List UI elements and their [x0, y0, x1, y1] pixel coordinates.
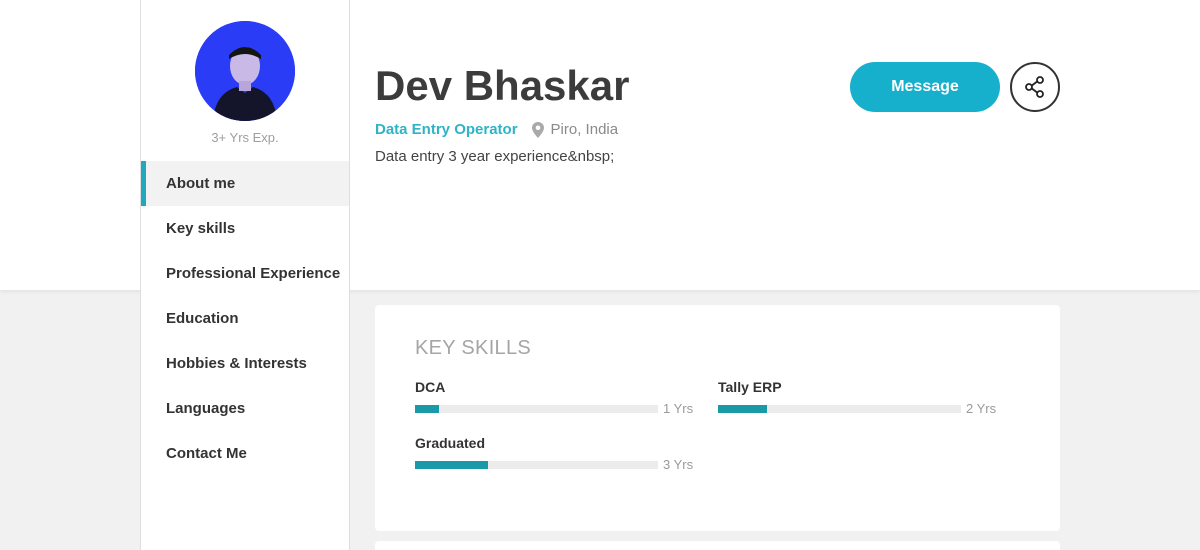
map-pin-icon: [531, 121, 544, 138]
sidebar-nav: About me Key skills Professional Experie…: [141, 161, 349, 476]
key-skills-card: KEY SKILLS DCA 1 Yrs Tally ERP 2 Yrs Gra…: [375, 305, 1060, 531]
share-icon: [1025, 76, 1044, 98]
share-button[interactable]: [1010, 62, 1060, 112]
skill-years: 2 Yrs: [966, 401, 997, 416]
skill-bar: [415, 404, 658, 413]
sidebar-item-hobbies-interests[interactable]: Hobbies & Interests: [141, 341, 349, 386]
sidebar-item-languages[interactable]: Languages: [141, 386, 349, 431]
skill-item: Tally ERP 2 Yrs: [718, 379, 998, 416]
message-button[interactable]: Message: [850, 62, 1000, 112]
skill-bar-fill: [415, 404, 440, 413]
skill-bar: [415, 460, 658, 469]
skill-years: 3 Yrs: [663, 457, 694, 472]
skill-name: Tally ERP: [718, 379, 782, 395]
skill-bar-fill: [415, 460, 488, 469]
sidebar-item-key-skills[interactable]: Key skills: [141, 206, 349, 251]
profile-name: Dev Bhaskar: [375, 62, 630, 109]
job-title: Data Entry Operator: [375, 121, 518, 138]
skill-item: Graduated 3 Yrs: [415, 435, 695, 472]
profile-bio: Data entry 3 year experience&nbsp;: [375, 148, 615, 165]
avatar: [195, 21, 295, 121]
next-section-card: [375, 541, 1060, 550]
sidebar-item-education[interactable]: Education: [141, 296, 349, 341]
skill-item: DCA 1 Yrs: [415, 379, 695, 416]
sidebar-item-about-me[interactable]: About me: [141, 161, 349, 206]
skill-name: Graduated: [415, 435, 486, 451]
skill-years: 1 Yrs: [663, 401, 694, 416]
profile-meta: Data Entry Operator Piro, India: [375, 121, 618, 138]
sidebar-item-professional-experience[interactable]: Professional Experience: [141, 251, 349, 296]
key-skills-title: KEY SKILLS: [415, 337, 532, 359]
sidebar-item-contact-me[interactable]: Contact Me: [141, 431, 349, 476]
skill-bar: [718, 404, 961, 413]
skill-bar-fill: [718, 404, 767, 413]
sidebar: 3+ Yrs Exp. About me Key skills Professi…: [140, 0, 350, 550]
experience-label: 3+ Yrs Exp.: [211, 130, 279, 145]
avatar-photo: [195, 21, 295, 121]
skill-name: DCA: [415, 379, 446, 395]
location: Piro, India: [550, 121, 619, 138]
